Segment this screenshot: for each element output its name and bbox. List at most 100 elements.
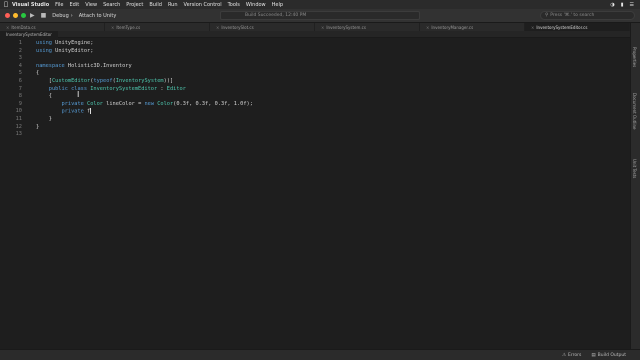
code-text: UnityEngine; [51, 40, 94, 46]
close-tab-icon[interactable]: × [321, 25, 324, 30]
run-target-dropdown[interactable]: Attach to Unity [79, 13, 117, 19]
tab-label: ItemType.cs [116, 24, 141, 30]
configuration-dropdown[interactable]: Debug › [52, 13, 72, 19]
configuration-value: Debug [52, 12, 69, 19]
close-tab-icon[interactable]: × [6, 25, 9, 30]
search-placeholder: Press '⌘.' to search [550, 13, 595, 18]
line-number: 2 [18, 47, 22, 54]
menu-tools[interactable]: Tools [228, 2, 240, 8]
tab-label: ItemData.cs [11, 24, 36, 30]
dock-tab-document-outline[interactable]: Document Outline [632, 93, 637, 129]
code-text: lineColor = [102, 100, 145, 107]
keyword: private [36, 108, 84, 115]
type-name: Color [154, 100, 174, 107]
battery-icon[interactable]: ▮ [621, 2, 624, 8]
close-window-icon[interactable] [5, 13, 10, 18]
control-center-icon[interactable]: ☰ [630, 2, 634, 8]
type-name: CustomEditor [51, 77, 91, 84]
code-line: { [36, 93, 253, 101]
menu-edit[interactable]: Edit [70, 2, 80, 8]
code-text: (0.3f, 0.3f, 0.3f, 1.0f); [173, 100, 253, 107]
breadcrumb-item[interactable]: InventorySystemEditor [0, 30, 58, 38]
ibeam-cursor-icon: I [77, 90, 80, 99]
code-line: { [36, 70, 253, 78]
build-output-button[interactable]: ▤ Build Output [591, 353, 626, 358]
line-number: 11 [15, 115, 22, 122]
code-text: : [157, 85, 167, 92]
tab-inventoryslot[interactable]: × InventorySlot.cs [210, 23, 315, 31]
menu-app-name[interactable]: Visual Studio [12, 2, 49, 8]
build-output-label: Build Output [597, 352, 626, 358]
type-name: Editor [166, 85, 186, 92]
tab-itemtype[interactable]: × ItemType.cs [105, 23, 210, 31]
code-text: { [36, 93, 52, 100]
code-line: public class InventorySystemEditor : Edi… [36, 86, 253, 94]
menubar-status-icons: ◑ ▮ ☰ [610, 2, 640, 8]
code-line: } [36, 116, 253, 124]
build-status-text: Build Succeeded, 12:40 PM [245, 13, 307, 18]
dock-tab-unit-tests[interactable]: Unit Tests [632, 159, 637, 178]
keyword: namespace [36, 62, 65, 69]
text-cursor [90, 108, 92, 115]
code-line: using UnityEditor; [36, 48, 253, 56]
apple-icon[interactable]:  [0, 1, 12, 8]
line-number: 9 [18, 100, 22, 107]
dock-tab-properties[interactable]: Properties [632, 47, 637, 67]
tab-inventorysystem[interactable]: × InventorySystem.cs [315, 23, 420, 31]
wifi-icon[interactable]: ◑ [610, 2, 614, 8]
code-line: private Color lineColor = new Color(0.3f… [36, 101, 253, 109]
menu-run[interactable]: Run [168, 2, 178, 8]
code-line: [CustomEditor(typeof(InventorySystem))] [36, 78, 253, 86]
window-controls [0, 13, 30, 18]
menu-file[interactable]: File [55, 2, 63, 8]
line-number: 10 [15, 108, 22, 115]
code-text: } [36, 115, 52, 122]
minimize-window-icon[interactable] [13, 13, 18, 18]
document-tabs: × ItemData.cs × ItemType.cs × InventorySlot… [0, 23, 630, 31]
mac-menubar:  Visual Studio File Edit View Search Pr… [0, 0, 640, 9]
code-text: UnityEditor; [51, 47, 94, 54]
line-number: 5 [18, 70, 22, 77]
keyword: private [36, 100, 84, 107]
menu-view[interactable]: View [85, 2, 97, 8]
keyword: new [144, 100, 155, 107]
search-input[interactable]: ⚲ Press '⌘.' to search [540, 11, 635, 20]
menu-version-control[interactable]: Version Control [184, 2, 222, 8]
tab-inventorymanager[interactable]: × InventoryManager.cs [420, 23, 525, 31]
close-tab-icon[interactable]: × [426, 25, 429, 30]
menu-project[interactable]: Project [126, 2, 143, 8]
code-text: } [36, 123, 40, 130]
tab-label: InventorySystemEditor.cs [536, 24, 588, 30]
menu-help[interactable]: Help [272, 2, 283, 8]
code-line: namespace Holistic3D.Inventory [36, 63, 253, 71]
chevron-right-icon: › [70, 12, 73, 19]
type-name: InventorySystem [115, 77, 164, 84]
errors-label: Errors [568, 352, 582, 358]
stop-icon[interactable]: ■ [41, 12, 47, 19]
line-number: 1 [18, 40, 22, 46]
close-tab-icon[interactable]: × [531, 25, 534, 30]
zoom-window-icon[interactable] [21, 13, 26, 18]
errors-pad-button[interactable]: ⚠ Errors [562, 353, 581, 358]
line-number: 8 [18, 93, 22, 100]
menu-window[interactable]: Window [246, 2, 266, 8]
line-number: 4 [18, 62, 22, 69]
close-tab-icon[interactable]: × [111, 25, 114, 30]
close-tab-icon[interactable]: × [216, 25, 219, 30]
tab-inventorysystemeditor[interactable]: × InventorySystemEditor.cs [525, 23, 630, 31]
keyword: using [36, 40, 52, 46]
output-icon: ▤ [591, 352, 596, 358]
line-number: 13 [15, 131, 22, 138]
menu-search[interactable]: Search [103, 2, 120, 8]
code-line: } [36, 124, 253, 132]
tab-label: InventoryManager.cs [431, 24, 474, 30]
code-editor[interactable]: 1 2 3 4 5 6 7 8 9 10 11 12 13 using Unit… [0, 38, 630, 349]
menu-build[interactable]: Build [149, 2, 162, 8]
type-name: Color [83, 100, 103, 107]
line-number-gutter: 1 2 3 4 5 6 7 8 9 10 11 12 13 [0, 40, 24, 139]
error-icon: ⚠ [562, 352, 567, 358]
run-icon[interactable]: ▶ [30, 12, 35, 19]
line-number: 3 [18, 55, 22, 62]
